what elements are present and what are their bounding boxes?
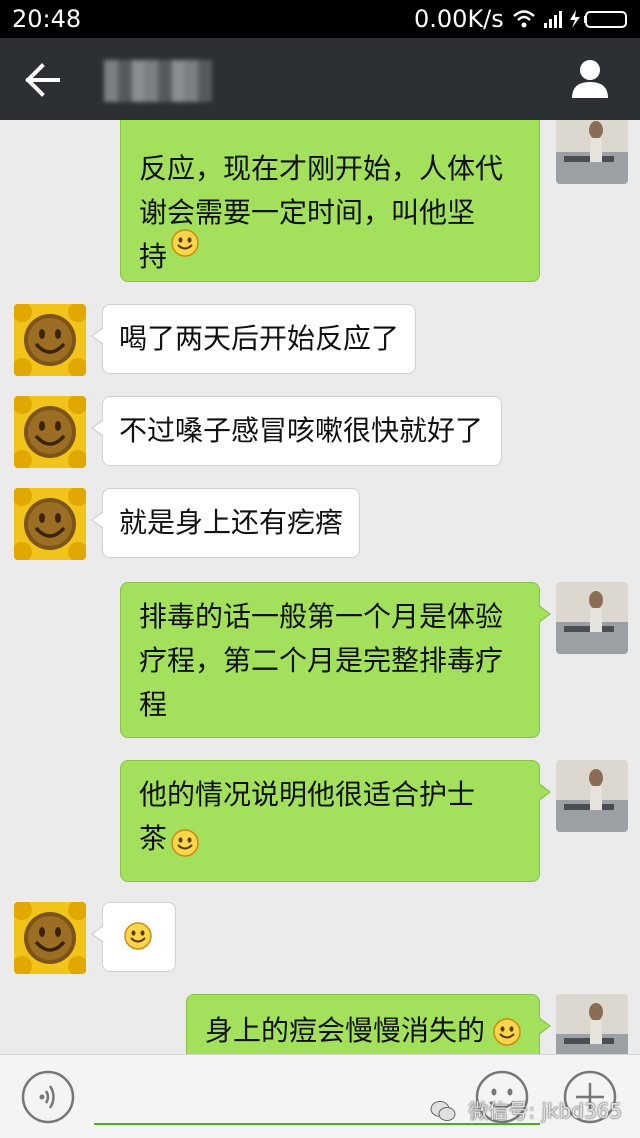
voice-input-button[interactable] — [20, 1069, 76, 1125]
contact-profile-button[interactable] — [570, 58, 610, 100]
avatar-contact[interactable] — [14, 304, 86, 376]
network-speed: 0.00K/s — [414, 5, 504, 33]
status-bar: 20:48 0.00K/s — [0, 0, 640, 38]
message-text: 就是身上还有疙瘩 — [119, 506, 344, 539]
smiley-emoji-icon — [171, 829, 199, 857]
message-bubble-incoming[interactable] — [91, 902, 176, 972]
message-input-bar: 微信号: jkbd365 — [0, 1054, 640, 1138]
message-text: 不过嗓子感冒咳嗽很快就好了 — [119, 414, 484, 447]
message-bubble-outgoing[interactable]: 他的情况说明他很适合护士 茶 — [120, 760, 551, 882]
arrow-left-icon — [25, 63, 60, 97]
smiley-emoji-icon — [171, 229, 199, 257]
smiley-emoji-icon — [493, 1018, 521, 1046]
message-bubble-outgoing[interactable]: 身上的痘会慢慢消失的 — [186, 994, 551, 1054]
voice-icon — [21, 1070, 75, 1124]
battery-icon — [584, 11, 627, 28]
chat-header — [0, 38, 640, 120]
watermark: 微信号: jkbd365 — [430, 1095, 622, 1124]
avatar-self[interactable] — [556, 120, 628, 184]
wechat-logo-icon — [430, 1101, 456, 1121]
message-bubble-incoming[interactable]: 不过嗓子感冒咳嗽很快就好了 — [91, 396, 502, 466]
avatar-self[interactable] — [556, 994, 628, 1054]
chat-messages: 反应，现在才刚开始，人体代 谢会需要一定时间，叫他坚 持 喝了两天后开始反应了 — [0, 120, 640, 1054]
status-icons — [513, 10, 627, 28]
smiley-emoji-icon — [124, 922, 152, 950]
avatar-self[interactable] — [556, 760, 628, 832]
message-text: 排毒的话一般第一个月是体验 疗程，第二个月是完整排毒疗 程 — [139, 600, 504, 721]
person-icon — [572, 60, 608, 98]
wifi-icon — [513, 10, 535, 28]
avatar-self[interactable] — [556, 582, 628, 654]
signal-icon — [544, 11, 562, 28]
avatar-contact[interactable] — [14, 488, 86, 560]
message-text: 反应，现在才刚开始，人体代 谢会需要一定时间，叫他坚 持 — [139, 152, 504, 273]
message-bubble-incoming[interactable]: 喝了两天后开始反应了 — [91, 304, 416, 374]
status-time: 20:48 — [12, 5, 82, 33]
avatar-contact[interactable] — [14, 902, 86, 974]
message-text: 身上的痘会慢慢消失的 — [205, 1014, 486, 1047]
contact-name-blurred — [104, 60, 212, 102]
avatar-contact[interactable] — [14, 396, 86, 468]
back-button[interactable] — [20, 60, 64, 100]
message-text: 喝了两天后开始反应了 — [119, 322, 400, 355]
charging-icon — [570, 10, 580, 28]
watermark-text: 微信号: jkbd365 — [468, 1099, 623, 1123]
message-bubble-incoming[interactable]: 就是身上还有疙瘩 — [91, 488, 360, 558]
message-bubble-outgoing[interactable]: 排毒的话一般第一个月是体验 疗程，第二个月是完整排毒疗 程 — [120, 582, 551, 738]
